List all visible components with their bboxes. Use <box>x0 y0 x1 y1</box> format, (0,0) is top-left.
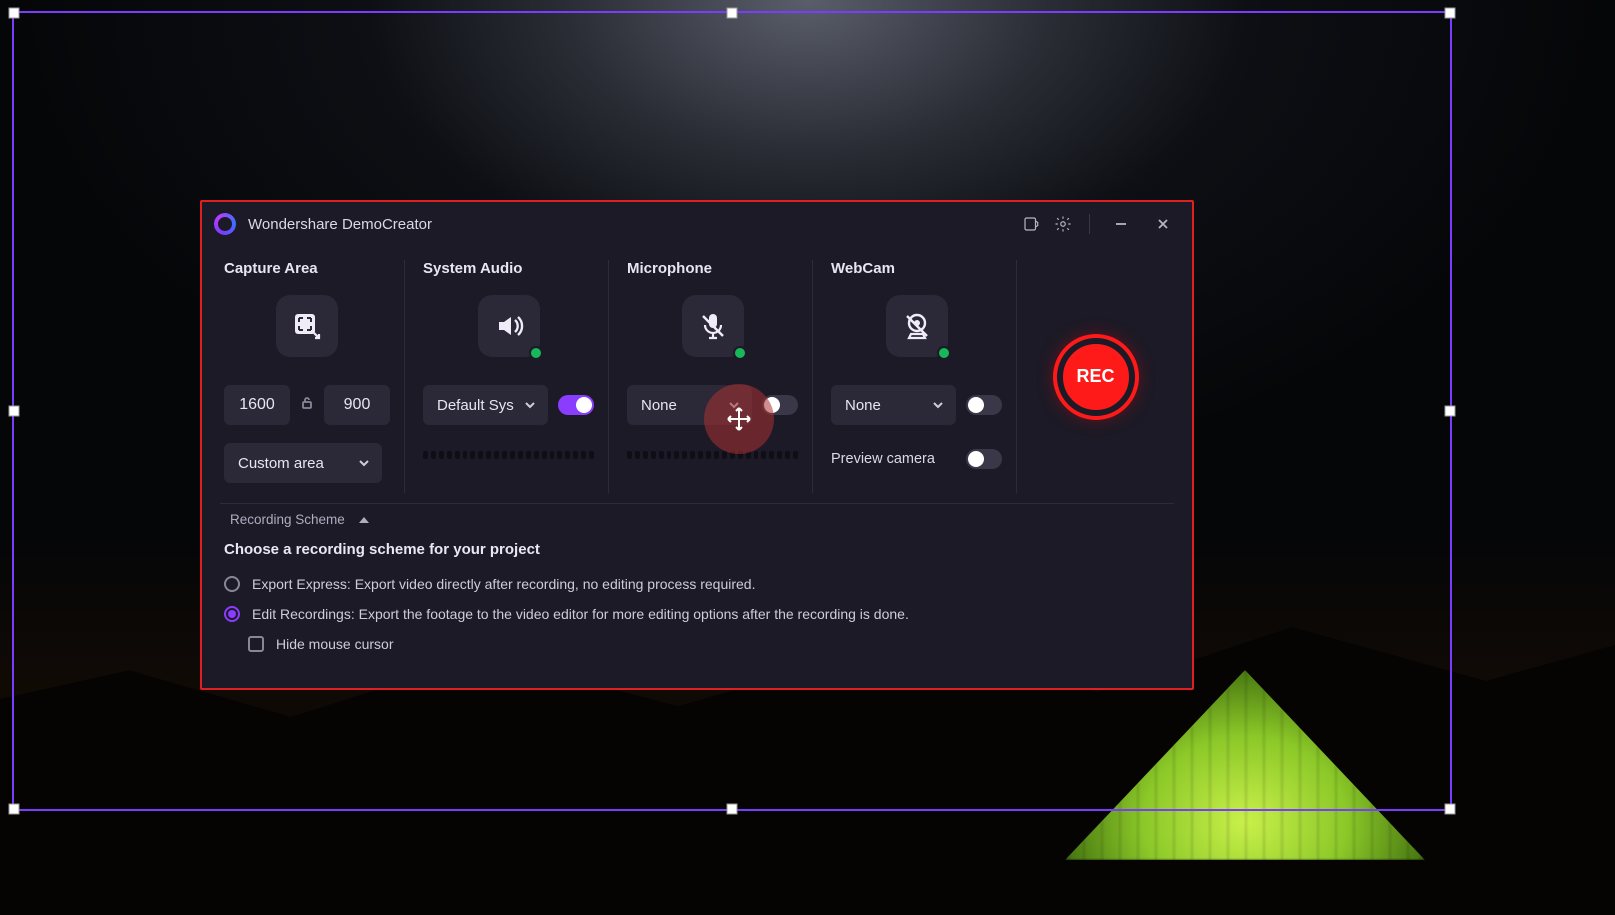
titlebar: Wondershare DemoCreator <box>202 202 1192 246</box>
webcam-toggle[interactable] <box>966 395 1002 415</box>
record-button[interactable]: REC <box>1057 338 1135 416</box>
microphone-panel: Microphone None <box>608 260 812 493</box>
scheme-option-label: Export Express: Export video directly af… <box>252 576 755 592</box>
preview-camera-label: Preview camera <box>831 451 935 467</box>
selection-handle-e[interactable] <box>1445 406 1456 417</box>
system-audio-button[interactable] <box>478 295 540 357</box>
capture-area-title: Capture Area <box>224 260 390 277</box>
settings-icon[interactable] <box>1053 214 1073 234</box>
microphone-device-value: None <box>641 397 718 414</box>
scheme-option-edit-recordings[interactable]: Edit Recordings: Export the footage to t… <box>224 606 1174 622</box>
controls-row: Capture Area Custom area System Audio <box>202 246 1192 493</box>
system-audio-level-meter <box>423 451 594 459</box>
status-ok-icon <box>529 346 543 360</box>
democreator-window: Wondershare DemoCreator Capture Area <box>200 200 1194 690</box>
chevron-down-icon <box>726 397 742 413</box>
selection-handle-n[interactable] <box>727 8 738 19</box>
hide-mouse-cursor-checkbox[interactable]: Hide mouse cursor <box>248 636 1174 652</box>
system-audio-panel: System Audio Default Syste <box>404 260 608 493</box>
recording-list-icon[interactable] <box>1021 214 1041 234</box>
titlebar-separator <box>1089 214 1090 234</box>
checkbox-icon <box>248 636 264 652</box>
microphone-level-meter <box>627 451 798 459</box>
collapse-up-icon <box>359 517 369 523</box>
recording-scheme-body: Choose a recording scheme for your proje… <box>202 527 1192 652</box>
chevron-down-icon <box>522 397 538 413</box>
recording-scheme-header[interactable]: Recording Scheme <box>202 504 1192 527</box>
capture-mode-value: Custom area <box>238 455 348 472</box>
hide-mouse-cursor-label: Hide mouse cursor <box>276 636 394 652</box>
microphone-button[interactable] <box>682 295 744 357</box>
scheme-option-label: Edit Recordings: Export the footage to t… <box>252 606 909 622</box>
capture-mode-select[interactable]: Custom area <box>224 443 382 483</box>
radio-icon <box>224 576 240 592</box>
webcam-panel: WebCam None Preview camera <box>812 260 1016 493</box>
selection-handle-nw[interactable] <box>9 8 20 19</box>
system-audio-toggle[interactable] <box>558 395 594 415</box>
radio-icon <box>224 606 240 622</box>
system-audio-title: System Audio <box>423 260 594 277</box>
record-panel: REC <box>1016 260 1174 493</box>
minimize-button[interactable] <box>1106 209 1136 239</box>
close-button[interactable] <box>1148 209 1178 239</box>
microphone-title: Microphone <box>627 260 798 277</box>
app-logo-icon <box>214 213 236 235</box>
app-title: Wondershare DemoCreator <box>248 216 432 233</box>
microphone-device-select[interactable]: None <box>627 385 752 425</box>
microphone-toggle[interactable] <box>762 395 798 415</box>
capture-width-input[interactable] <box>224 385 290 425</box>
preview-camera-toggle[interactable] <box>966 449 1002 469</box>
webcam-device-select[interactable]: None <box>831 385 956 425</box>
recording-scheme-header-label: Recording Scheme <box>230 512 345 527</box>
status-ok-icon <box>937 346 951 360</box>
record-button-label: REC <box>1076 366 1114 387</box>
webcam-device-value: None <box>845 397 922 414</box>
selection-handle-w[interactable] <box>9 406 20 417</box>
scheme-option-export-express[interactable]: Export Express: Export video directly af… <box>224 576 1174 592</box>
webcam-title: WebCam <box>831 260 1002 277</box>
system-audio-device-select[interactable]: Default Syste <box>423 385 548 425</box>
selection-handle-ne[interactable] <box>1445 8 1456 19</box>
chevron-down-icon <box>356 455 372 471</box>
recording-scheme-title: Choose a recording scheme for your proje… <box>224 541 1174 558</box>
webcam-button[interactable] <box>886 295 948 357</box>
capture-area-panel: Capture Area Custom area <box>220 260 404 493</box>
capture-area-button[interactable] <box>276 295 338 357</box>
chevron-down-icon <box>930 397 946 413</box>
status-ok-icon <box>733 346 747 360</box>
aspect-lock-icon[interactable] <box>300 396 314 415</box>
capture-height-input[interactable] <box>324 385 390 425</box>
system-audio-device-value: Default Syste <box>437 397 514 414</box>
